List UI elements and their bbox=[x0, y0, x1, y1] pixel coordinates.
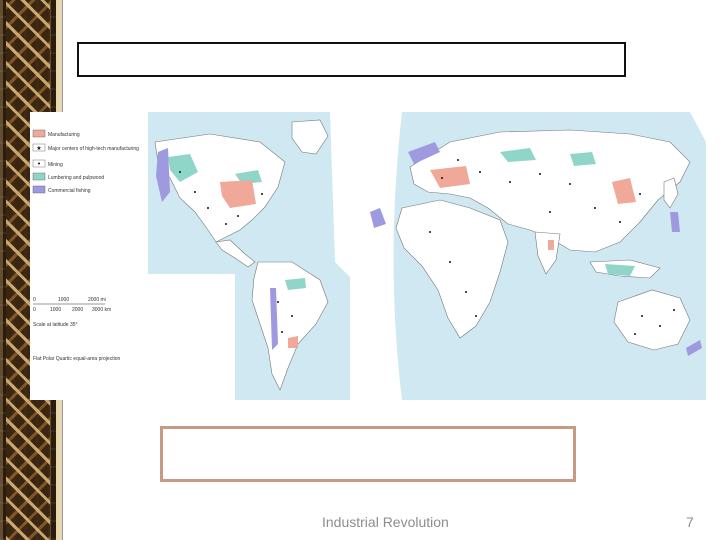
scale-mi-0: 0 bbox=[33, 297, 36, 303]
scale-km-2: 2000 bbox=[72, 307, 83, 313]
scale-mi-1: 1000 bbox=[58, 297, 69, 303]
page-number: 7 bbox=[686, 514, 694, 530]
legend-label-2: Mining bbox=[48, 162, 63, 168]
title-placeholder[interactable] bbox=[77, 42, 626, 77]
fish-atlantic bbox=[370, 208, 386, 228]
legend-label-4: Commercial fishing bbox=[48, 188, 91, 194]
lumber-siberia bbox=[570, 152, 596, 166]
caption-placeholder[interactable] bbox=[160, 426, 576, 482]
svg-text:★: ★ bbox=[36, 145, 41, 152]
world-industry-map: ★ Manufacturing Major centers of high-te… bbox=[30, 112, 706, 400]
legend-swatch-lumbering bbox=[32, 172, 46, 181]
legend-label-3: Lumbering and pulpwood bbox=[48, 175, 104, 181]
slide-footer: Industrial Revolution bbox=[322, 514, 449, 530]
legend-label-0: Manufacturing bbox=[48, 132, 80, 138]
legend-label-1: Major centers of high-tech manufacturing bbox=[48, 146, 139, 152]
scale-km-3: 3000 km bbox=[92, 307, 111, 313]
manuf-india bbox=[548, 240, 554, 250]
projection-note: Flat Polar Quartic equal-area projection bbox=[33, 356, 120, 362]
scale-note: Scale at latitude 35° bbox=[33, 322, 78, 328]
scale-mi-2: 2000 mi bbox=[88, 297, 106, 303]
scale-km-1: 1000 bbox=[50, 307, 61, 313]
legend-swatch-fishing bbox=[32, 185, 46, 194]
manuf-argentina bbox=[288, 336, 298, 348]
lumber-brazil bbox=[285, 278, 306, 290]
legend-swatch-manufacturing bbox=[32, 129, 46, 138]
scale-km-0: 0 bbox=[33, 307, 36, 313]
